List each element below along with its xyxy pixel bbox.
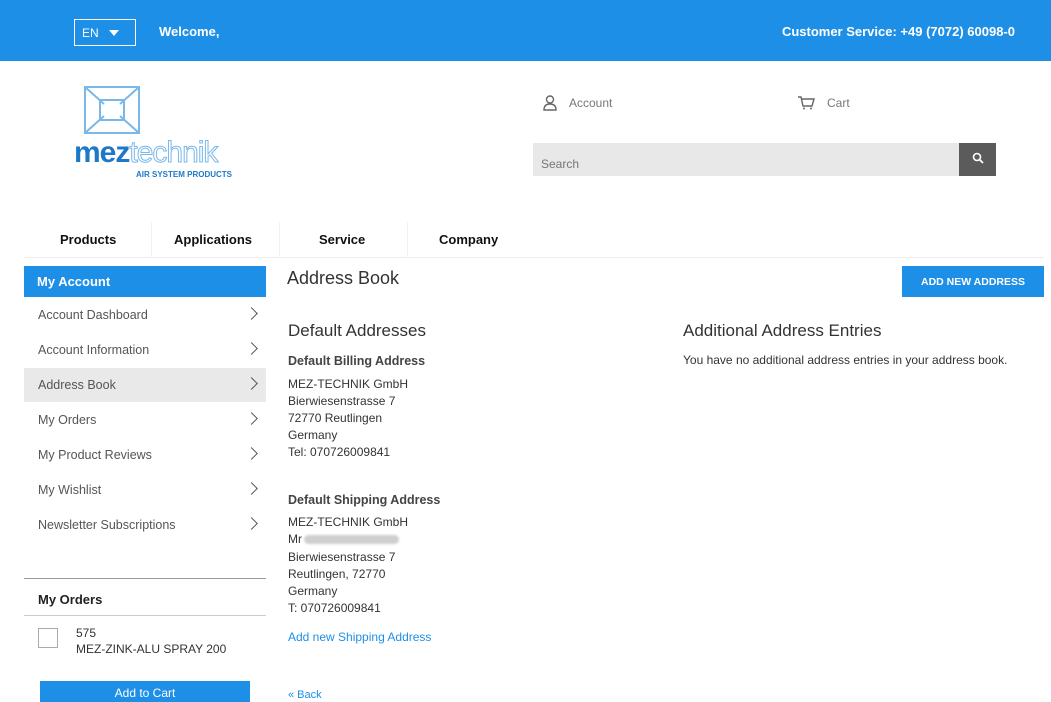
sidebar-item-account-information[interactable]: Account Information <box>24 333 266 367</box>
logo-wordmark: meztechnik <box>74 136 219 170</box>
chevron-right-icon <box>245 412 258 425</box>
logo-mark-icon <box>84 86 140 134</box>
account-label: Account <box>569 95 613 110</box>
chevron-right-icon <box>245 377 258 390</box>
search-button[interactable] <box>959 143 996 176</box>
order-product-name: MEZ-ZINK-ALU SPRAY 200 <box>76 642 227 656</box>
billing-line: MEZ-TECHNIK GmbH <box>288 377 408 391</box>
add-shipping-address-link[interactable]: Add new Shipping Address <box>288 630 431 644</box>
cart-link[interactable]: Cart <box>787 86 997 119</box>
cart-label: Cart <box>827 95 850 110</box>
order-checkbox[interactable] <box>38 628 58 648</box>
shipping-name-prefix: Mr <box>288 532 302 546</box>
billing-line: 72770 Reutlingen <box>288 411 383 425</box>
add-to-cart-button[interactable]: Add to Cart <box>40 681 250 702</box>
chevron-right-icon <box>245 342 258 355</box>
sidebar-item-label: Account Information <box>38 343 150 357</box>
shipping-line: T: 070726009841 <box>288 601 381 615</box>
divider <box>24 615 266 616</box>
sidebar-item-newsletter[interactable]: Newsletter Subscriptions <box>24 508 266 542</box>
chevron-right-icon <box>245 482 258 495</box>
shipping-heading: Default Shipping Address <box>288 493 441 507</box>
order-number: 575 <box>76 626 97 640</box>
nav-divider <box>151 222 152 258</box>
shipping-line: Germany <box>288 584 338 598</box>
billing-heading: Default Billing Address <box>288 354 426 368</box>
shipping-name: Mr <box>288 532 399 546</box>
page-title: Address Book <box>287 268 400 288</box>
shipping-company: MEZ-TECHNIK GmbH <box>288 515 408 529</box>
user-icon <box>543 94 557 111</box>
language-value: EN <box>82 25 99 40</box>
language-selector[interactable]: EN <box>74 19 136 46</box>
sidebar-title: My Account <box>24 266 266 297</box>
chevron-right-icon <box>245 447 258 460</box>
nav-divider <box>407 222 408 258</box>
billing-line: Germany <box>288 428 338 442</box>
top-bar: EN Welcome, Customer Service: +49 (7072)… <box>0 0 1051 61</box>
sidebar-item-wishlist[interactable]: My Wishlist <box>24 473 266 507</box>
chevron-down-icon <box>108 29 119 36</box>
sidebar-item-label: Account Dashboard <box>38 308 148 322</box>
no-additional-entries-text: You have no additional address entries i… <box>683 353 1008 367</box>
cart-icon <box>797 95 815 110</box>
nav-divider <box>279 222 280 258</box>
welcome-text: Welcome, <box>159 24 220 39</box>
customer-service-text: Customer Service: +49 (7072) 60098-0 <box>781 24 1015 39</box>
shipping-line: Bierwiesenstrasse 7 <box>288 550 396 564</box>
shipping-line: Reutlingen, 72770 <box>288 567 386 581</box>
nav-products[interactable]: Products <box>60 232 116 247</box>
billing-line: Tel: 070726009841 <box>288 445 391 459</box>
search-input[interactable] <box>533 143 959 176</box>
back-link[interactable]: « Back <box>288 689 322 701</box>
sidebar-item-account-dashboard[interactable]: Account Dashboard <box>24 298 266 332</box>
nav-service[interactable]: Service <box>319 232 365 247</box>
divider <box>24 578 266 579</box>
nav-applications[interactable]: Applications <box>174 232 252 247</box>
sidebar-item-label: Address Book <box>38 378 116 392</box>
sidebar-item-label: My Wishlist <box>38 483 102 497</box>
default-addresses-heading: Default Addresses <box>288 321 426 340</box>
redacted-name <box>304 535 399 545</box>
chevron-right-icon <box>245 517 258 530</box>
sidebar-item-my-orders[interactable]: My Orders <box>24 403 266 437</box>
sidebar-item-label: Newsletter Subscriptions <box>38 518 176 532</box>
sidebar-item-label: My Orders <box>38 413 97 427</box>
additional-entries-heading: Additional Address Entries <box>683 321 882 340</box>
billing-line: Bierwiesenstrasse 7 <box>288 394 396 408</box>
sidebar-orders-title: My Orders <box>38 592 103 607</box>
account-link[interactable]: Account <box>533 86 743 119</box>
logo[interactable]: meztechnik AIR SYSTEM PRODUCTS <box>74 84 244 184</box>
add-new-address-button[interactable]: ADD NEW ADDRESS <box>902 266 1044 297</box>
main-nav: Products Applications Service Company <box>24 222 1044 258</box>
chevron-right-icon <box>245 307 258 320</box>
nav-company[interactable]: Company <box>439 232 498 247</box>
logo-tagline: AIR SYSTEM PRODUCTS <box>136 170 233 179</box>
sidebar-item-label: My Product Reviews <box>38 448 152 462</box>
search-icon <box>972 151 984 169</box>
sidebar-item-address-book[interactable]: Address Book <box>24 368 266 402</box>
sidebar-item-product-reviews[interactable]: My Product Reviews <box>24 438 266 472</box>
